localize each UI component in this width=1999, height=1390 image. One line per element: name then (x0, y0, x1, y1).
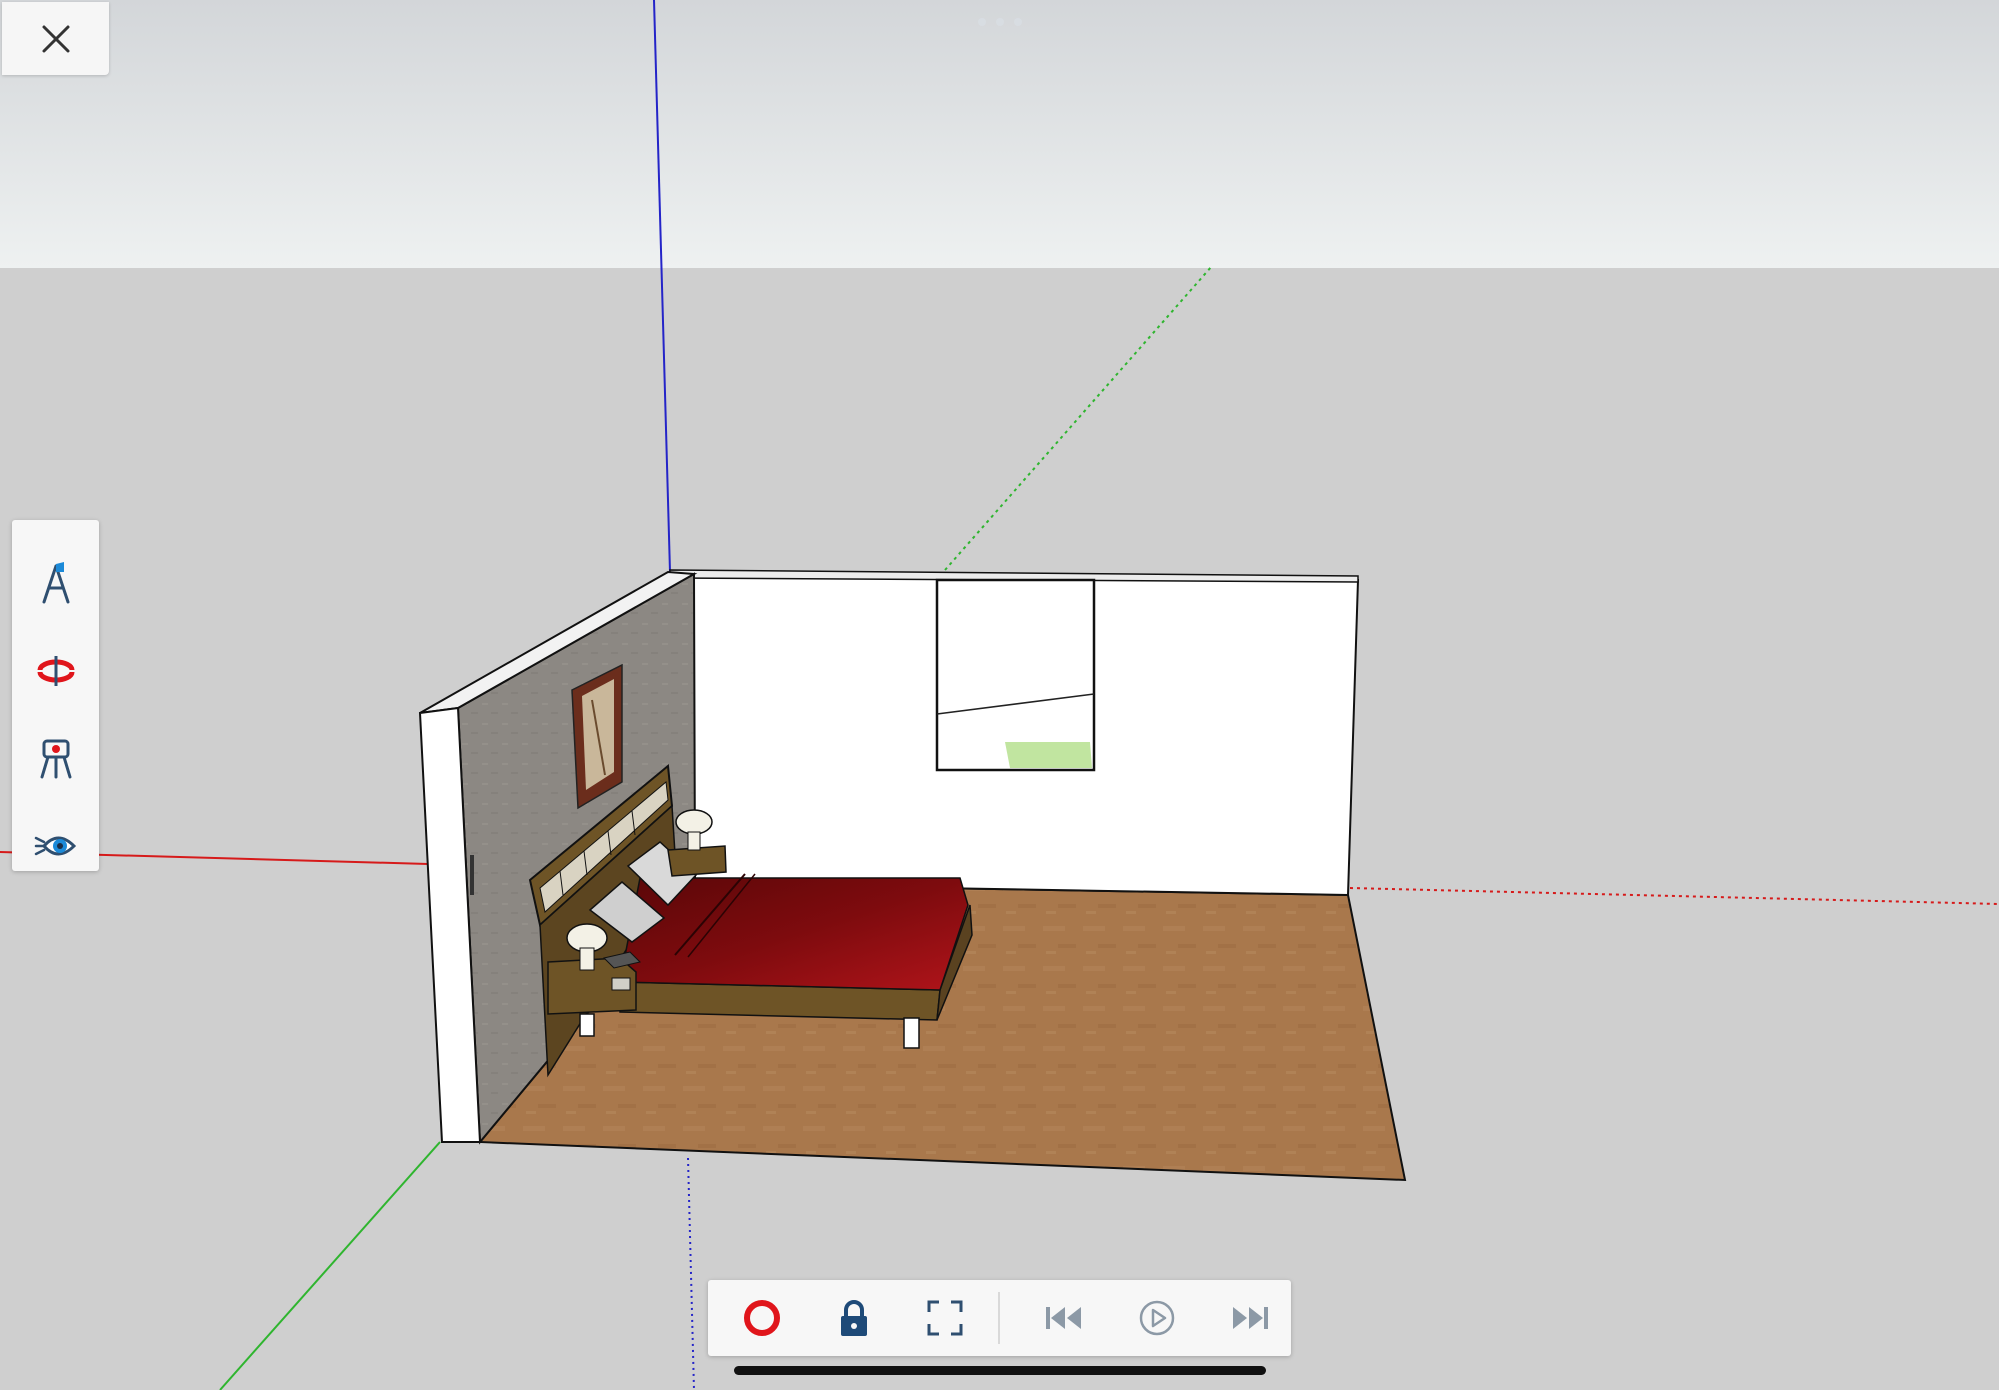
more-dots-icon[interactable] (978, 17, 1022, 27)
lock-icon (841, 1300, 867, 1336)
orbit-icon (37, 656, 75, 686)
bed-leg (903, 1017, 920, 1049)
scene-toolbar (708, 1280, 1291, 1356)
fullscreen-icon (927, 1300, 963, 1336)
sky (0, 0, 1999, 268)
orbit-tool[interactable] (26, 640, 86, 700)
walk-icon (42, 562, 70, 604)
look-around-icon (34, 836, 77, 856)
play-icon (1139, 1300, 1175, 1336)
record-icon (744, 1300, 780, 1336)
window (935, 578, 1096, 772)
play-button[interactable] (1125, 1288, 1189, 1348)
side-toolbar (12, 520, 99, 871)
look-around-tool[interactable] (26, 816, 86, 876)
next-scene-button[interactable] (1218, 1288, 1282, 1348)
toolbar-divider (998, 1292, 1000, 1344)
model-scene[interactable] (0, 0, 1999, 1390)
nightstand-leg (579, 1013, 595, 1037)
position-camera-tool[interactable] (26, 728, 86, 788)
walk-tool[interactable] (26, 553, 86, 613)
position-camera-icon (40, 739, 72, 779)
close-icon (42, 25, 69, 52)
window-foliage (1005, 742, 1092, 768)
close-button[interactable] (2, 2, 109, 75)
record-button[interactable] (730, 1288, 794, 1348)
skip-forward-icon (1233, 1307, 1268, 1329)
fullscreen-button[interactable] (913, 1288, 977, 1348)
previous-scene-button[interactable] (1032, 1288, 1096, 1348)
lock-button[interactable] (822, 1288, 886, 1348)
home-indicator (734, 1366, 1266, 1375)
3d-viewport[interactable] (0, 0, 1999, 1390)
skip-back-icon (1046, 1307, 1081, 1329)
lamp-back-shade (675, 809, 713, 835)
